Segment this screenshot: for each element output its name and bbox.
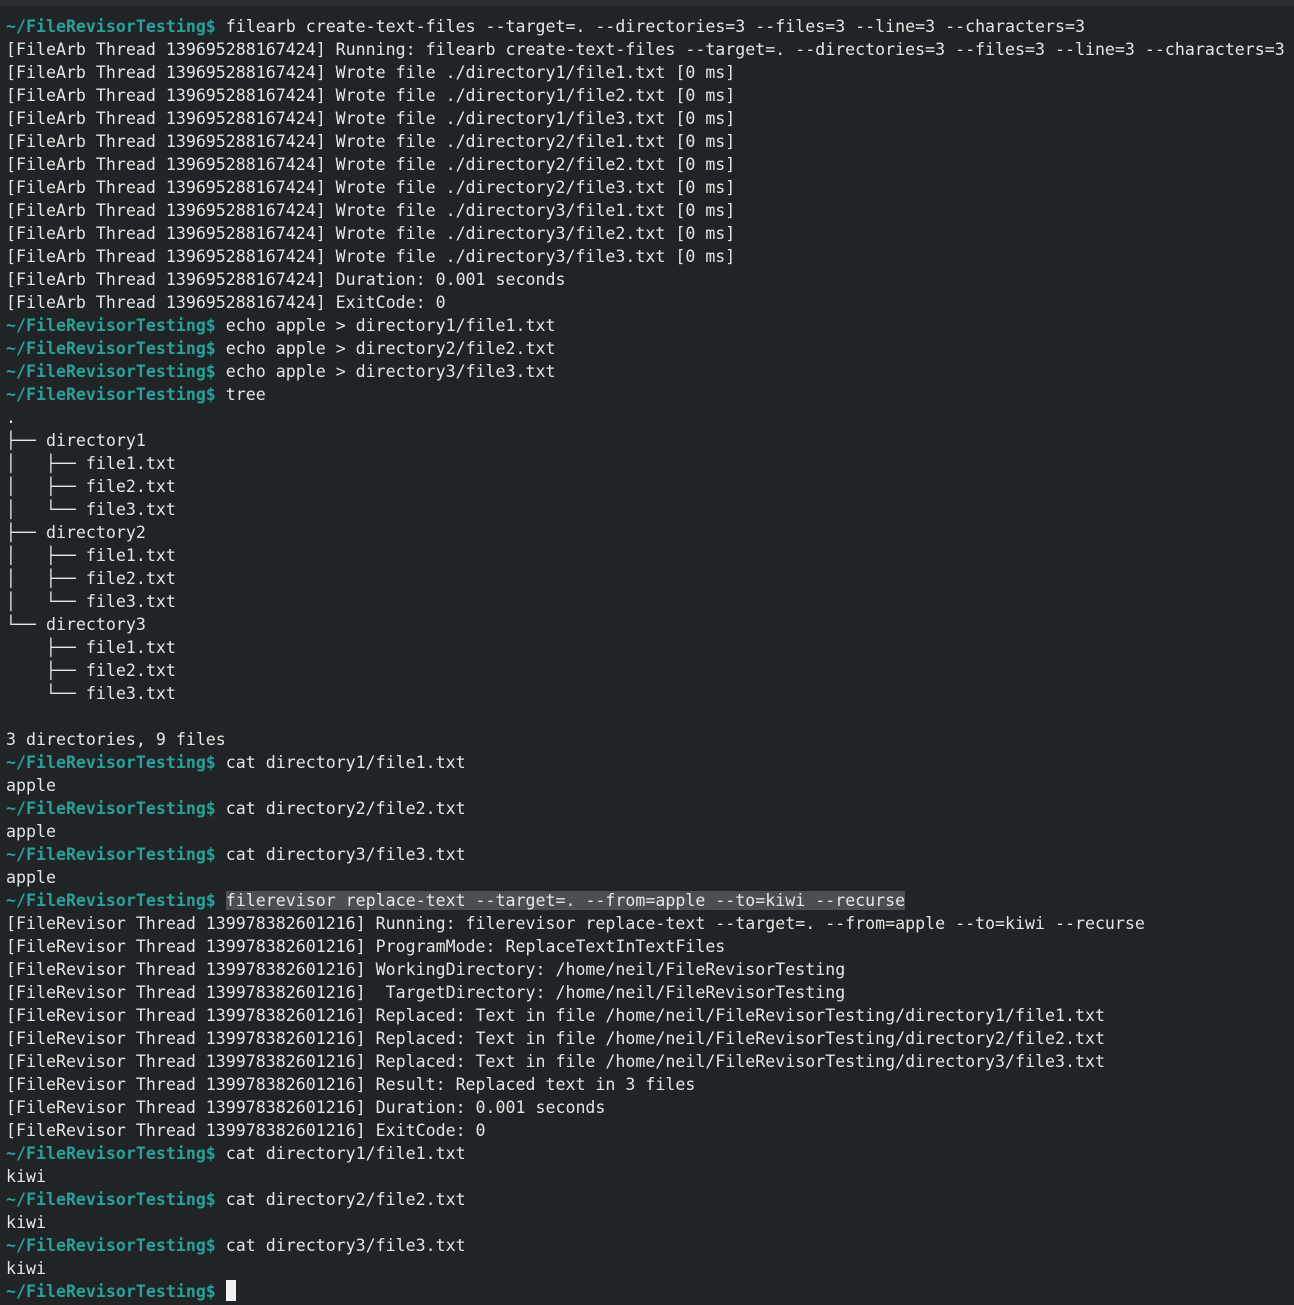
output-line: [FileArb Thread 139695288167424] Wrote f… xyxy=(6,247,736,266)
output-line: └── directory3 xyxy=(6,615,146,634)
command-text: cat directory1/file1.txt xyxy=(225,753,466,772)
output-line: [FileArb Thread 139695288167424] Duratio… xyxy=(6,270,566,289)
shell-prompt: ~/FileRevisorTesting$ xyxy=(6,891,216,910)
output-line: [FileRevisor Thread 139978382601216] Run… xyxy=(6,914,1145,933)
shell-prompt: ~/FileRevisorTesting$ xyxy=(6,1144,216,1163)
output-line: . xyxy=(6,408,16,427)
output-line: [FileArb Thread 139695288167424] Wrote f… xyxy=(6,155,736,174)
command-line: ~/FileRevisorTesting$ filearb create-tex… xyxy=(6,15,1294,38)
output-line: [FileArb Thread 139695288167424] Wrote f… xyxy=(6,132,736,151)
shell-prompt: ~/FileRevisorTesting$ xyxy=(6,753,216,772)
command-text: echo apple > directory3/file3.txt xyxy=(225,362,556,381)
command-text: filearb create-text-files --target=. --d… xyxy=(225,17,1085,36)
command-line: ~/FileRevisorTesting$ echo apple > direc… xyxy=(6,314,1294,337)
output-line: ├── file1.txt xyxy=(6,638,176,657)
output-line: [FileRevisor Thread 139978382601216] Rep… xyxy=(6,1052,1105,1071)
command-text: cat directory2/file2.txt xyxy=(225,1190,466,1209)
output-line: [FileArb Thread 139695288167424] Running… xyxy=(6,40,1285,59)
output-line: apple xyxy=(6,822,56,841)
command-line: ~/FileRevisorTesting$ echo apple > direc… xyxy=(6,337,1294,360)
output-line: [FileArb Thread 139695288167424] Wrote f… xyxy=(6,201,736,220)
command-line: ~/FileRevisorTesting$ echo apple > direc… xyxy=(6,360,1294,383)
selected-command-text[interactable]: filerevisor replace-text --target=. --fr… xyxy=(225,891,906,910)
output-line: apple xyxy=(6,776,56,795)
output-line: └── file3.txt xyxy=(6,684,176,703)
command-line: ~/FileRevisorTesting$ cat directory1/fil… xyxy=(6,751,1294,774)
output-line: [FileRevisor Thread 139978382601216] Rep… xyxy=(6,1006,1105,1025)
output-line: [FileRevisor Thread 139978382601216] Exi… xyxy=(6,1121,486,1140)
command-line: ~/FileRevisorTesting$ cat directory2/fil… xyxy=(6,797,1294,820)
command-line: ~/FileRevisorTesting$ cat directory2/fil… xyxy=(6,1188,1294,1211)
shell-prompt: ~/FileRevisorTesting$ xyxy=(6,385,216,404)
output-line: [FileRevisor Thread 139978382601216] Res… xyxy=(6,1075,696,1094)
output-line: [FileRevisor Thread 139978382601216] Rep… xyxy=(6,1029,1105,1048)
output-line: kiwi xyxy=(6,1259,46,1278)
shell-prompt: ~/FileRevisorTesting$ xyxy=(6,845,216,864)
command-line: ~/FileRevisorTesting$ filerevisor replac… xyxy=(6,889,1294,912)
text-cursor[interactable] xyxy=(225,1280,236,1301)
output-line: kiwi xyxy=(6,1213,46,1232)
output-line: [FileArb Thread 139695288167424] Wrote f… xyxy=(6,63,736,82)
command-text: echo apple > directory2/file2.txt xyxy=(225,339,556,358)
shell-prompt: ~/FileRevisorTesting$ xyxy=(6,799,216,818)
command-text: tree xyxy=(225,385,266,404)
output-line: ├── file2.txt xyxy=(6,661,176,680)
output-line: │ ├── file1.txt xyxy=(6,454,176,473)
active-prompt-line: ~/FileRevisorTesting$ xyxy=(6,1280,1294,1303)
output-line: 3 directories, 9 files xyxy=(6,730,226,749)
shell-prompt: ~/FileRevisorTesting$ xyxy=(6,17,216,36)
command-text: cat directory3/file3.txt xyxy=(225,1236,466,1255)
command-text: echo apple > directory1/file1.txt xyxy=(225,316,556,335)
shell-prompt: ~/FileRevisorTesting$ xyxy=(6,1190,216,1209)
output-line: [FileArb Thread 139695288167424] Wrote f… xyxy=(6,224,736,243)
output-line: │ ├── file2.txt xyxy=(6,477,176,496)
terminal-output[interactable]: ~/FileRevisorTesting$ filearb create-tex… xyxy=(6,15,1294,1303)
output-line: [FileRevisor Thread 139978382601216] Dur… xyxy=(6,1098,606,1117)
output-line: ├── directory2 xyxy=(6,523,146,542)
output-line: [FileArb Thread 139695288167424] ExitCod… xyxy=(6,293,446,312)
shell-prompt: ~/FileRevisorTesting$ xyxy=(6,316,216,335)
command-line: ~/FileRevisorTesting$ cat directory3/fil… xyxy=(6,1234,1294,1257)
output-line: [FileArb Thread 139695288167424] Wrote f… xyxy=(6,86,736,105)
command-line: ~/FileRevisorTesting$ cat directory1/fil… xyxy=(6,1142,1294,1165)
output-line: [FileRevisor Thread 139978382601216] Tar… xyxy=(6,983,846,1002)
command-text: cat directory3/file3.txt xyxy=(225,845,466,864)
shell-prompt: ~/FileRevisorTesting$ xyxy=(6,362,216,381)
output-line: │ └── file3.txt xyxy=(6,500,176,519)
command-text: cat directory2/file2.txt xyxy=(225,799,466,818)
output-line: │ └── file3.txt xyxy=(6,592,176,611)
command-text: cat directory1/file1.txt xyxy=(225,1144,466,1163)
output-line: │ ├── file1.txt xyxy=(6,546,176,565)
shell-prompt: ~/FileRevisorTesting$ xyxy=(6,1282,216,1301)
output-line: kiwi xyxy=(6,1167,46,1186)
command-line: ~/FileRevisorTesting$ cat directory3/fil… xyxy=(6,843,1294,866)
output-line: [FileRevisor Thread 139978382601216] Pro… xyxy=(6,937,726,956)
output-line: [FileRevisor Thread 139978382601216] Wor… xyxy=(6,960,846,979)
output-line: [FileArb Thread 139695288167424] Wrote f… xyxy=(6,178,736,197)
output-line: [FileArb Thread 139695288167424] Wrote f… xyxy=(6,109,736,128)
shell-prompt: ~/FileRevisorTesting$ xyxy=(6,1236,216,1255)
output-line: ├── directory1 xyxy=(6,431,146,450)
output-line: apple xyxy=(6,868,56,887)
shell-prompt: ~/FileRevisorTesting$ xyxy=(6,339,216,358)
output-line: │ ├── file2.txt xyxy=(6,569,176,588)
command-line: ~/FileRevisorTesting$ tree xyxy=(6,383,1294,406)
